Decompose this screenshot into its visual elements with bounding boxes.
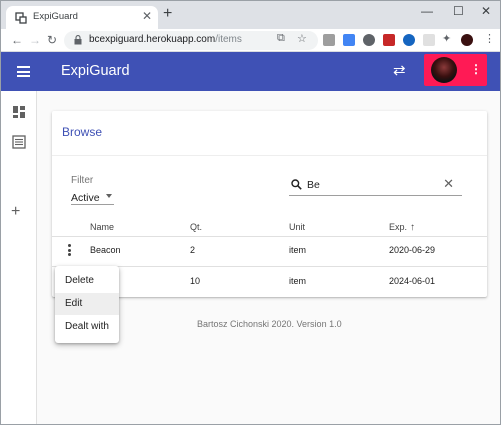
card-title: Browse bbox=[62, 125, 103, 139]
user-menu-button[interactable]: ⋮ bbox=[424, 54, 487, 86]
menu-item-dealt-with[interactable]: Dealt with bbox=[55, 316, 119, 338]
browser-window: ExpiGuard ✕ + — ☐ ✕ ← → ↻ bcexpiguard.he… bbox=[0, 0, 501, 425]
header-divider bbox=[52, 236, 487, 237]
lock-icon bbox=[74, 35, 82, 45]
column-header-exp[interactable]: Exp. ↑ bbox=[389, 222, 415, 233]
menu-item-edit[interactable]: Edit bbox=[55, 293, 119, 315]
react-extension-icon[interactable] bbox=[403, 34, 415, 46]
menu-icon[interactable] bbox=[17, 66, 30, 77]
more-vert-icon: ⋮ bbox=[470, 62, 482, 76]
column-header-exp-label: Exp. bbox=[389, 222, 408, 232]
side-rail: + bbox=[1, 91, 37, 424]
red-extension-icon[interactable] bbox=[383, 34, 395, 46]
tab-strip: ExpiGuard ✕ + — ☐ ✕ bbox=[1, 1, 500, 29]
minimize-icon[interactable]: — bbox=[421, 4, 433, 18]
filter-value: Active bbox=[71, 192, 100, 204]
row-1-name: Beacon bbox=[90, 245, 121, 255]
puzzle-extensions-icon[interactable]: ✦ bbox=[442, 32, 451, 45]
footer-text: Bartosz Cichonski 2020. Version 1.0 bbox=[197, 319, 342, 329]
avatar bbox=[431, 57, 457, 83]
browser-toolbar: ← → ↻ bcexpiguard.herokuapp.com/items ⧉ … bbox=[1, 29, 500, 52]
back-icon[interactable]: ← bbox=[11, 32, 23, 48]
bookmark-star-icon[interactable]: ☆ bbox=[297, 32, 307, 45]
column-header-unit[interactable]: Unit bbox=[289, 222, 305, 232]
divider bbox=[52, 155, 487, 156]
search-icon bbox=[291, 179, 302, 190]
tab-title: ExpiGuard bbox=[33, 11, 78, 22]
translate-extension-icon[interactable] bbox=[343, 34, 355, 46]
app-title: ExpiGuard bbox=[61, 63, 130, 79]
row-2-qty: 10 bbox=[190, 276, 201, 286]
app-favicon-icon bbox=[15, 12, 27, 24]
url-text: bcexpiguard.herokuapp.com/items bbox=[89, 34, 242, 45]
close-window-icon[interactable]: ✕ bbox=[481, 4, 491, 18]
row-2-exp: 2024-06-01 bbox=[389, 276, 436, 286]
tab-close-icon[interactable]: ✕ bbox=[142, 9, 152, 23]
search-input[interactable]: Be ✕ bbox=[289, 175, 462, 196]
reload-icon[interactable]: ↻ bbox=[47, 32, 57, 48]
dashboard-icon[interactable] bbox=[12, 105, 26, 119]
sort-arrow-up-icon: ↑ bbox=[410, 222, 416, 233]
list-icon[interactable] bbox=[12, 135, 26, 149]
filter-select[interactable]: Active bbox=[71, 188, 114, 205]
row-1-exp: 2020-06-29 bbox=[389, 245, 436, 255]
new-tab-button[interactable]: + bbox=[163, 6, 172, 22]
row-1-unit: item bbox=[289, 245, 307, 255]
browser-menu-icon[interactable]: ⋮ bbox=[484, 32, 495, 45]
column-header-qty[interactable]: Qt. bbox=[190, 222, 202, 232]
row-more-vert-icon[interactable] bbox=[66, 244, 72, 258]
open-in-icon[interactable]: ⧉ bbox=[277, 32, 285, 45]
menu-item-delete[interactable]: Delete bbox=[55, 270, 119, 292]
url-path: /items bbox=[215, 34, 242, 45]
swap-icon[interactable]: ⇄ bbox=[393, 62, 406, 79]
column-header-name[interactable]: Name bbox=[90, 222, 114, 232]
grey-extension-icon[interactable] bbox=[423, 34, 435, 46]
row-2-unit: item bbox=[289, 276, 307, 286]
row-context-menu: Delete Edit Dealt with bbox=[55, 266, 119, 343]
row-1-qty: 2 bbox=[190, 245, 196, 255]
dropdown-caret-icon bbox=[106, 194, 112, 198]
url-host: bcexpiguard.herokuapp.com bbox=[89, 34, 216, 45]
profile-avatar-icon[interactable] bbox=[461, 34, 473, 46]
filter-label: Filter bbox=[71, 175, 94, 186]
shield-extension-icon[interactable] bbox=[363, 34, 375, 46]
forward-icon[interactable]: → bbox=[29, 32, 41, 48]
extension-icon[interactable] bbox=[323, 34, 335, 46]
add-icon[interactable]: + bbox=[11, 204, 20, 220]
clear-icon[interactable]: ✕ bbox=[443, 176, 454, 192]
search-value: Be bbox=[307, 179, 320, 191]
maximize-icon[interactable]: ☐ bbox=[453, 4, 464, 18]
browser-tab[interactable]: ExpiGuard ✕ bbox=[6, 6, 158, 29]
